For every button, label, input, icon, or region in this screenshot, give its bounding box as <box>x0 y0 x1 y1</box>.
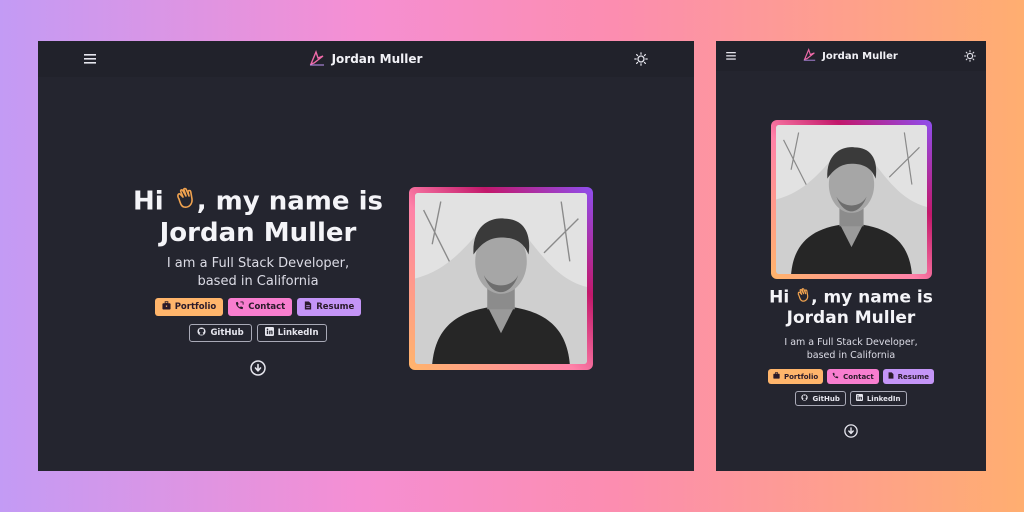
tagline-line-1: I am a Full Stack Developer, <box>784 336 918 348</box>
greeting-prefix: Hi <box>133 186 164 217</box>
hero-name: Jordan Muller <box>159 218 357 249</box>
hero-section: Hi , my name is Jordan Muller I am a Ful… <box>736 287 966 439</box>
portfolio-button-label: Portfolio <box>174 302 217 313</box>
portfolio-button-label: Portfolio <box>783 372 819 381</box>
sun-icon[interactable] <box>634 52 648 66</box>
menu-icon[interactable] <box>726 52 736 60</box>
phone-icon <box>235 301 244 313</box>
linkedin-button[interactable]: LinkedIn <box>849 391 907 407</box>
greeting-prefix: Hi <box>769 287 790 308</box>
greeting-suffix: , my name is <box>196 186 383 217</box>
github-icon <box>197 327 207 339</box>
contact-button[interactable]: Contact <box>827 369 879 385</box>
sun-icon[interactable] <box>964 50 976 62</box>
briefcase-icon <box>773 372 780 381</box>
mobile-preview: Jordan Muller Hi , my name is Jordan Mul… <box>716 41 986 471</box>
navbar: Jordan Muller <box>38 41 694 77</box>
hero-greeting: Hi , my name is Jordan Muller <box>128 186 388 249</box>
github-button-label: GitHub <box>210 328 244 339</box>
hero-name: Jordan Muller <box>786 308 916 329</box>
linkedin-icon <box>264 327 274 339</box>
tagline-line-2: based in California <box>806 349 896 361</box>
desktop-preview: Jordan Muller Hi , my name is Jordan Mul… <box>38 41 694 471</box>
social-buttons: GitHub LinkedIn <box>736 391 966 407</box>
linkedin-icon <box>855 394 863 403</box>
brand-name: Jordan Muller <box>331 52 423 66</box>
linkedin-button[interactable]: LinkedIn <box>256 324 327 343</box>
hero-section: Hi , my name is Jordan Muller I am a Ful… <box>128 186 388 377</box>
linkedin-button-label: LinkedIn <box>866 394 901 403</box>
briefcase-icon <box>162 301 171 313</box>
portfolio-button[interactable]: Portfolio <box>154 298 224 317</box>
hero-tagline: I am a Full Stack Developer, based in Ca… <box>736 337 966 363</box>
cta-buttons: Portfolio Contact Resume <box>736 369 966 385</box>
cta-buttons: Portfolio Contact Resume <box>128 298 388 317</box>
logo-icon <box>802 48 817 64</box>
github-button[interactable]: GitHub <box>795 391 846 407</box>
tagline-line-2: based in California <box>197 273 319 289</box>
profile-photo-frame <box>409 187 593 370</box>
profile-photo <box>415 193 587 364</box>
linkedin-button-label: LinkedIn <box>277 328 319 339</box>
resume-button-label: Resume <box>316 302 355 313</box>
tagline-line-1: I am a Full Stack Developer, <box>166 256 350 272</box>
portfolio-button[interactable]: Portfolio <box>767 369 824 385</box>
waving-hand-icon <box>795 287 811 308</box>
brand-name: Jordan Muller <box>822 50 898 62</box>
resume-button[interactable]: Resume <box>882 369 935 385</box>
logo-icon <box>308 49 326 69</box>
social-buttons: GitHub LinkedIn <box>128 324 388 343</box>
brand[interactable]: Jordan Muller <box>308 49 423 69</box>
arrow-down-circle-icon[interactable] <box>128 360 388 377</box>
github-button-label: GitHub <box>812 394 840 403</box>
profile-photo-frame <box>771 120 932 279</box>
navbar: Jordan Muller <box>716 41 986 71</box>
github-icon <box>801 394 809 403</box>
contact-button-label: Contact <box>248 302 286 313</box>
phone-icon <box>832 372 839 381</box>
hero-tagline: I am a Full Stack Developer, based in Ca… <box>128 255 388 290</box>
waving-hand-icon <box>173 186 197 218</box>
menu-icon[interactable] <box>84 54 96 64</box>
resume-button-label: Resume <box>897 372 930 381</box>
resume-button[interactable]: Resume <box>297 298 362 317</box>
profile-photo <box>776 125 927 274</box>
contact-button[interactable]: Contact <box>228 298 293 317</box>
greeting-suffix: , my name is <box>811 287 933 308</box>
document-icon <box>888 372 894 381</box>
github-button[interactable]: GitHub <box>189 324 252 343</box>
document-icon <box>304 301 312 313</box>
hero-greeting: Hi , my name is Jordan Muller <box>736 287 966 329</box>
brand[interactable]: Jordan Muller <box>802 48 898 64</box>
contact-button-label: Contact <box>843 372 874 381</box>
arrow-down-circle-icon[interactable] <box>736 424 966 439</box>
